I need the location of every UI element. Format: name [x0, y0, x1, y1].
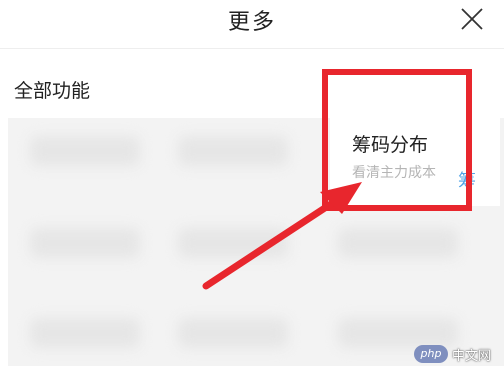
more-functions-page: 更多 全部功能 筹码分布 看清主力成本 筹 php 中文网: [0, 0, 504, 366]
annotation-arrow: [202, 182, 362, 290]
watermark-logo: php: [414, 345, 448, 363]
watermark: php 中文网: [414, 344, 491, 364]
watermark-text: 中文网: [452, 348, 492, 364]
